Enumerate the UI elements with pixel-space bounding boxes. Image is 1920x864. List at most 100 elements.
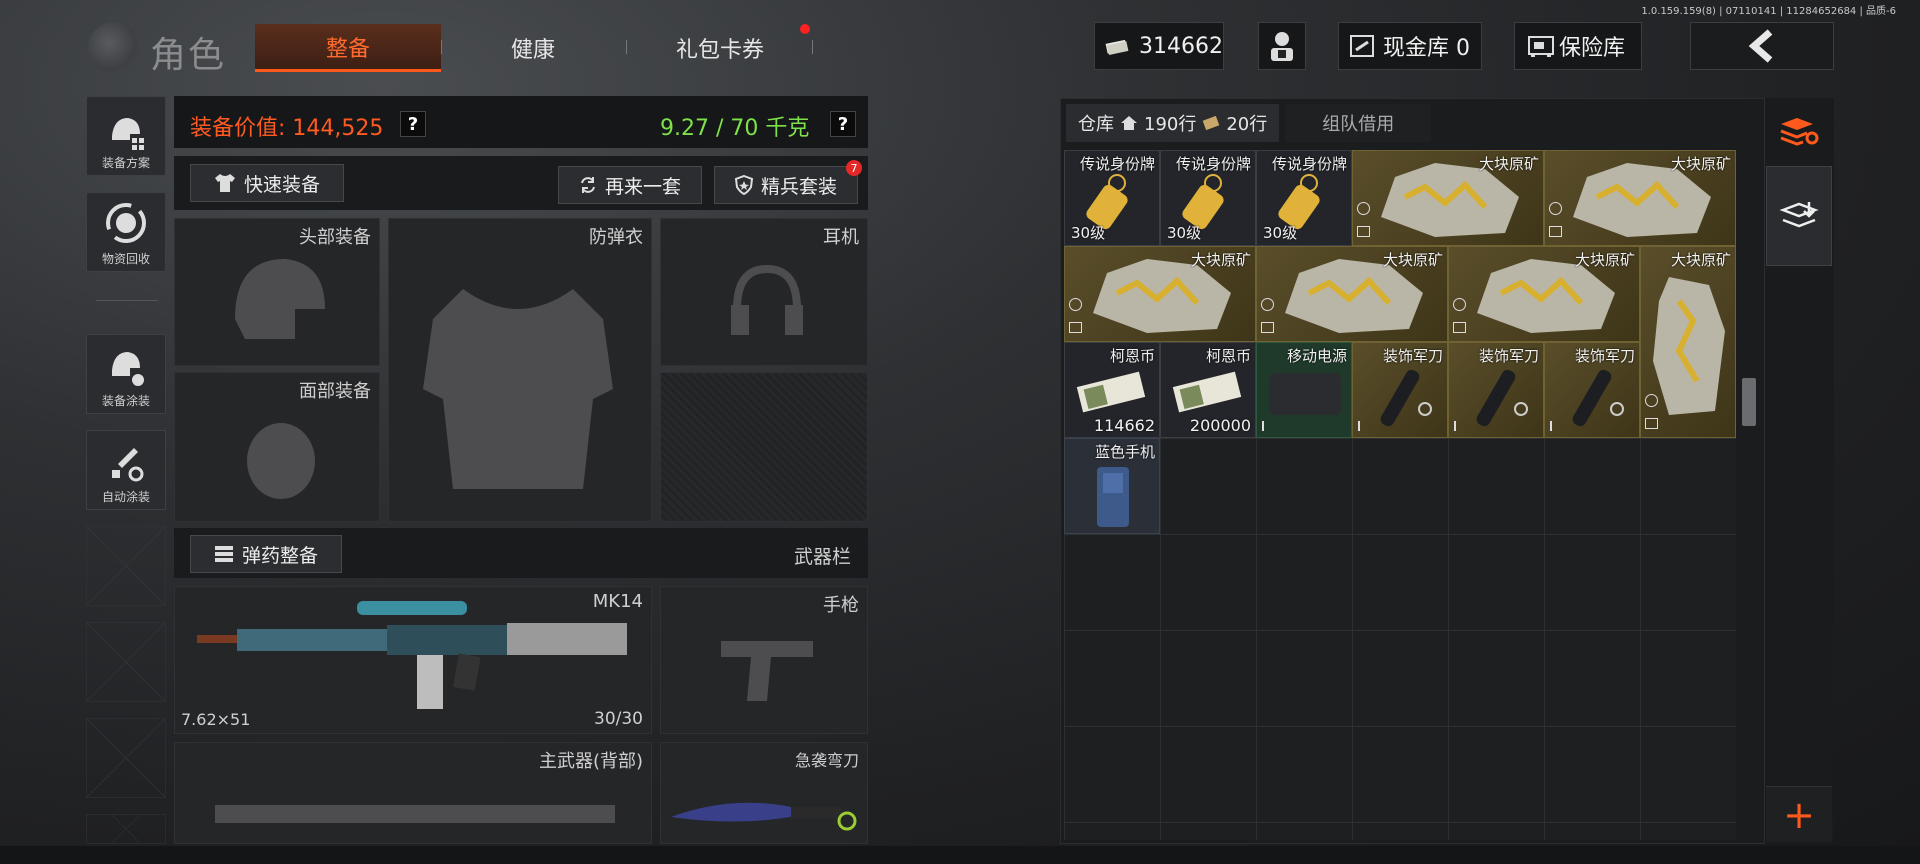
repeat-set-button[interactable]: 再来一套: [558, 166, 702, 204]
agent-button[interactable]: [1258, 22, 1306, 70]
tab-equip[interactable]: 整备: [255, 24, 441, 72]
ammo-prep-button[interactable]: 弹药整备: [190, 535, 342, 573]
gas-mask-icon: [247, 423, 315, 499]
inventory-item[interactable]: 移动电源: [1256, 342, 1352, 438]
slot-label: 耳机: [823, 227, 859, 248]
tab-gift-coupons[interactable]: 礼包卡券: [630, 24, 810, 72]
bottom-bar: [0, 846, 1920, 864]
item-name: 大块原矿: [1382, 251, 1443, 269]
inventory-item[interactable]: 大块原矿: [1448, 246, 1640, 342]
power-bank-icon: [1269, 373, 1341, 415]
slot-label: 防弹衣: [589, 227, 643, 248]
inventory-item[interactable]: 大块原矿: [1640, 246, 1736, 438]
quick-equip-button[interactable]: 快速装备: [190, 164, 344, 202]
tab-team-borrow[interactable]: 组队借用: [1285, 104, 1432, 142]
inventory-item[interactable]: 装饰军刀: [1448, 342, 1544, 438]
stash-button[interactable]: [1766, 166, 1832, 266]
shirt-icon: [214, 174, 235, 192]
timer-icon: [1261, 298, 1274, 311]
knife-icon: [671, 802, 857, 831]
headset-icon: [731, 264, 803, 335]
sidebar-label: 自动涂装: [101, 490, 150, 504]
ammo-icon: [214, 546, 233, 562]
safe-label: 保险库: [1559, 36, 1626, 61]
inventory-tabs: 仓库 190行 20行 组队借用: [1066, 104, 1432, 142]
sort-button[interactable]: [1766, 98, 1832, 164]
tab-warehouse[interactable]: 仓库 190行 20行: [1066, 104, 1280, 142]
rifle-silhouette-icon: [215, 805, 615, 823]
back-weapon-slot[interactable]: 主武器(背部): [174, 742, 652, 844]
item-name: 传说身份牌: [1079, 155, 1155, 173]
inventory-item[interactable]: 传说身份牌 30级: [1064, 150, 1160, 246]
inventory-scrollbar[interactable]: [1742, 378, 1756, 426]
add-button[interactable]: +: [1766, 786, 1832, 842]
inventory-item[interactable]: 大块原矿: [1064, 246, 1256, 342]
elite-count-badge: 7: [846, 160, 862, 176]
home-icon: [1121, 116, 1137, 130]
inventory-item[interactable]: 装饰军刀: [1352, 342, 1448, 438]
slot-label: 主武器(背部): [538, 751, 643, 772]
knife-icon: [1476, 369, 1528, 427]
safe-button[interactable]: 保险库: [1514, 22, 1642, 70]
item-quantity: 114662: [1093, 416, 1155, 435]
head-slot[interactable]: 头部装备: [174, 218, 380, 366]
layers-refresh-icon: [1780, 118, 1819, 146]
ticket-icon: [1203, 115, 1220, 131]
cash-vault-button[interactable]: 现金库 0: [1338, 22, 1482, 70]
inventory-item[interactable]: 传说身份牌 30级: [1256, 150, 1352, 246]
item-name: 柯恩币: [1109, 347, 1155, 365]
equipment-paint-button[interactable]: 装备涂装: [86, 334, 166, 414]
money-display: 314662: [1094, 22, 1224, 70]
empty-slot: [86, 526, 166, 606]
face-slot[interactable]: 面部装备: [174, 372, 380, 522]
slot-label: 面部装备: [299, 381, 371, 402]
inventory-item[interactable]: 大块原矿: [1544, 150, 1736, 246]
auto-paint-button[interactable]: 自动涂装: [86, 430, 166, 510]
weapon-ammo: 30/30: [594, 709, 643, 729]
elite-set-button[interactable]: 精兵套装: [714, 166, 858, 204]
supply-recycle-button[interactable]: 物资回收: [86, 192, 166, 272]
item-level: 30级: [1167, 224, 1202, 242]
box-icon: [1549, 226, 1562, 237]
tab-health[interactable]: 健康: [450, 24, 616, 72]
ore-icon: [1653, 277, 1725, 415]
inventory-item[interactable]: 柯恩币 114662: [1064, 342, 1160, 438]
helmet-paint-icon: [112, 352, 144, 386]
recycle-icon: [106, 203, 146, 243]
melee-slot[interactable]: 急袭弯刀: [660, 742, 868, 844]
timer-icon: [1357, 202, 1370, 215]
knife-icon: [1380, 369, 1432, 427]
box-icon: [1261, 322, 1274, 333]
weapon-bar-label: 武器栏: [794, 546, 852, 568]
carry-weight: 9.27 / 70 千克: [660, 116, 810, 141]
timer-icon: [1549, 202, 1562, 215]
quick-equip-label: 快速装备: [243, 173, 320, 196]
inventory-item[interactable]: 柯恩币 200000: [1160, 342, 1256, 438]
empty-slot: [86, 622, 166, 702]
armor-slot[interactable]: 防弹衣: [388, 218, 652, 522]
inventory-item[interactable]: 大块原矿: [1256, 246, 1448, 342]
vest-icon: [423, 289, 613, 489]
inventory-item[interactable]: 大块原矿: [1352, 150, 1544, 246]
timer-icon: [1453, 298, 1466, 311]
knife-icon: [1572, 369, 1624, 427]
inventory-item[interactable]: 传说身份牌 30级: [1160, 150, 1256, 246]
earphone-slot[interactable]: 耳机: [660, 218, 868, 366]
item-name: 装饰军刀: [1382, 347, 1443, 365]
ammo-prep-label: 弹药整备: [241, 544, 318, 567]
slot-label: 急袭弯刀: [794, 751, 859, 770]
cash-stack-icon: [1076, 371, 1146, 413]
help-icon[interactable]: ?: [400, 111, 426, 137]
exit-icon: [1358, 421, 1370, 431]
inventory-item[interactable]: 蓝色手机: [1064, 438, 1160, 534]
slot-label: 头部装备: [299, 227, 371, 248]
helmet-grid-icon: [112, 118, 144, 150]
primary-weapon-slot[interactable]: MK14 7.62×51 30/30: [174, 586, 652, 734]
inventory-item[interactable]: 装饰军刀: [1544, 342, 1640, 438]
help-icon[interactable]: ?: [830, 111, 856, 137]
timer-icon: [1069, 298, 1082, 311]
back-button[interactable]: [1690, 22, 1834, 70]
pistol-slot[interactable]: 手枪: [660, 586, 868, 734]
equipment-plan-button[interactable]: 装备方案: [86, 96, 166, 176]
locked-slot: [660, 372, 868, 522]
